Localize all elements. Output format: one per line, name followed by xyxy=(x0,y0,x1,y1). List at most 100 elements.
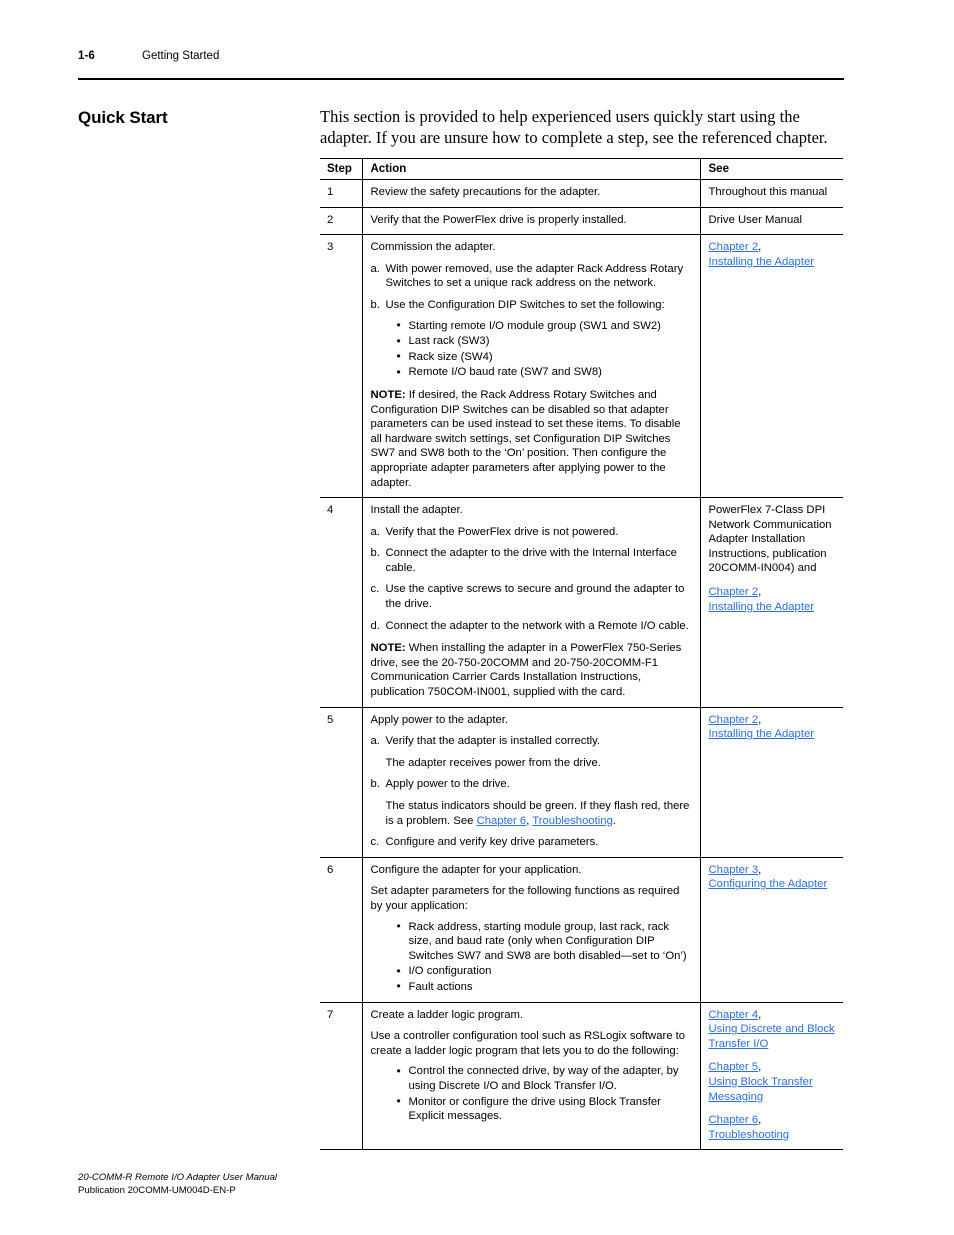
action-cell: Verify that the PowerFlex drive is prope… xyxy=(362,207,700,236)
link-troubleshooting[interactable]: Troubleshooting xyxy=(532,815,613,827)
sub-item-text: Verify that the PowerFlex drive is not p… xyxy=(385,525,619,538)
footer-manual-title: 20-COMM-R Remote I/O Adapter User Manual xyxy=(78,1172,278,1183)
document-page: 1-6 Getting Started Quick Start This sec… xyxy=(0,0,954,1235)
action-cell: Install the adapter. a. Verify that the … xyxy=(362,497,700,708)
action-cell: Create a ladder logic program. Use a con… xyxy=(362,1002,700,1151)
link-installing-the-adapter[interactable]: Installing the Adapter xyxy=(709,601,815,613)
sub-item-text: Use the Configuration DIP Switches to se… xyxy=(385,298,665,311)
sub-item-text: Connect the adapter to the network with … xyxy=(385,619,689,632)
link-installing-the-adapter[interactable]: Installing the Adapter xyxy=(709,256,815,268)
see-reference-group: Chapter 2, Installing the Adapter xyxy=(709,713,840,742)
note-label: NOTE: xyxy=(370,642,406,655)
link-chapter-6[interactable]: Chapter 6 xyxy=(709,1114,759,1126)
column-header-see: See xyxy=(699,158,843,180)
table-header-row: Step Action See xyxy=(320,158,843,180)
see-cell: PowerFlex 7-Class DPI Network Communicat… xyxy=(699,497,843,708)
action-lead: Commission the adapter. xyxy=(370,241,496,254)
action-lead: Apply power to the adapter. xyxy=(370,713,509,726)
list-item: Rack address, starting module group, las… xyxy=(397,919,692,964)
header-rule xyxy=(78,78,844,80)
list-item: Starting remote I/O module group (SW1 an… xyxy=(397,318,692,334)
action-sub-paragraph-a: The adapter receives power from the driv… xyxy=(385,756,601,769)
see-plain-text: Drive User Manual xyxy=(708,213,803,226)
sub-item-text: Use the captive screws to secure and gro… xyxy=(385,583,685,611)
sub-item-text: Verify that the adapter is installed cor… xyxy=(385,735,601,748)
step-number: 4 xyxy=(320,497,363,708)
action-bullet-list: Control the connected drive, by way of t… xyxy=(371,1064,692,1123)
see-cell: Chapter 2, Installing the Adapter xyxy=(699,707,843,858)
see-reference-group: Chapter 4, Using Discrete and Block Trans… xyxy=(709,1008,840,1052)
step-number: 3 xyxy=(320,234,363,499)
link-chapter-5[interactable]: Chapter 5 xyxy=(709,1061,759,1073)
sub-item-letter: d. xyxy=(370,619,380,632)
action-sub-item-b: b. Apply power to the drive. xyxy=(371,777,692,792)
list-item: I/O configuration xyxy=(397,964,692,979)
list-item: Control the connected drive, by way of t… xyxy=(397,1064,692,1093)
action-sub-paragraph-b: The status indicators should be green. I… xyxy=(386,799,692,828)
page-title: Quick Start xyxy=(78,108,168,127)
step-number: 1 xyxy=(320,179,363,208)
list-item: Monitor or configure the drive using Blo… xyxy=(397,1094,692,1124)
link-chapter-2[interactable]: Chapter 2 xyxy=(709,241,759,253)
see-comma: , xyxy=(758,1061,762,1074)
sub-item-letter: c. xyxy=(370,836,380,849)
see-comma: , xyxy=(758,1008,762,1021)
link-troubleshooting[interactable]: Troubleshooting xyxy=(709,1129,790,1141)
list-item: Rack size (SW4) xyxy=(397,349,692,365)
note-label: NOTE: xyxy=(370,388,406,401)
action-sub-item-d: d. Connect the adapter to the network wi… xyxy=(371,619,692,634)
note-text: If desired, the Rack Address Rotary Swit… xyxy=(370,388,681,489)
action-paragraph: Use a controller configuration tool such… xyxy=(370,1030,686,1057)
step-number: 7 xyxy=(320,1002,363,1151)
action-sub-item-a: a. Verify that the PowerFlex drive is no… xyxy=(371,525,692,540)
action-sub-item-b: b. Connect the adapter to the drive with… xyxy=(371,546,692,575)
action-lead: Create a ladder logic program. xyxy=(370,1008,524,1021)
header-page-number: 1-6 xyxy=(78,50,95,62)
sub-item-letter: b. xyxy=(370,778,380,791)
link-chapter-6[interactable]: Chapter 6 xyxy=(477,815,527,827)
sub-item-letter: a. xyxy=(370,262,380,275)
see-comma: , xyxy=(758,863,762,876)
action-cell: Apply power to the adapter. a. Verify th… xyxy=(362,707,700,858)
table-row: 5 Apply power to the adapter. a. Verify … xyxy=(320,707,843,858)
link-installing-the-adapter[interactable]: Installing the Adapter xyxy=(709,728,815,740)
column-header-step: Step xyxy=(320,158,363,180)
sub-item-letter: b. xyxy=(370,547,380,560)
see-cell: Throughout this manual xyxy=(699,179,843,208)
link-using-block-transfer-messaging[interactable]: Using Block Transfer Messaging xyxy=(709,1076,813,1103)
step-number: 6 xyxy=(320,857,363,1003)
table-row: 3 Commission the adapter. a. With power … xyxy=(320,234,843,499)
see-plain-text: PowerFlex 7-Class DPI Network Communicat… xyxy=(708,504,832,575)
sub-item-letter: a. xyxy=(370,735,380,748)
page-footer: 20-COMM-R Remote I/O Adapter User Manual… xyxy=(78,1172,277,1197)
list-item: Fault actions xyxy=(397,979,692,995)
link-chapter-2[interactable]: Chapter 2 xyxy=(709,714,759,726)
see-cell: Chapter 2, Installing the Adapter xyxy=(699,234,843,499)
see-reference-group: Chapter 5, Using Block Transfer Messaging xyxy=(709,1060,840,1104)
link-chapter-2[interactable]: Chapter 2 xyxy=(709,586,759,598)
sub-item-text: Apply power to the drive. xyxy=(385,778,510,791)
action-bullet-list: Rack address, starting module group, las… xyxy=(371,919,692,995)
list-item: Remote I/O baud rate (SW7 and SW8) xyxy=(397,365,692,380)
sub-item-letter: b. xyxy=(370,298,380,311)
action-cell: Configure the adapter for your applicati… xyxy=(362,857,700,1003)
link-using-discrete-and-block-transfer-io[interactable]: Using Discrete and Block Transfer I/O xyxy=(709,1023,835,1050)
sub-item-text: Connect the adapter to the drive with th… xyxy=(385,547,677,574)
link-chapter-4[interactable]: Chapter 4 xyxy=(709,1009,759,1021)
sub-item-text: Configure and verify key drive parameter… xyxy=(385,836,599,849)
see-cell: Drive User Manual xyxy=(699,207,843,236)
see-comma: , xyxy=(758,713,762,726)
link-chapter-3[interactable]: Chapter 3 xyxy=(709,864,759,876)
intro-paragraph: This section is provided to help experie… xyxy=(320,107,828,147)
note-block: NOTE: If desired, the Rack Address Rotar… xyxy=(371,388,692,490)
list-item: Last rack (SW3) xyxy=(397,334,692,349)
link-configuring-the-adapter[interactable]: Configuring the Adapter xyxy=(709,878,828,890)
quick-start-table: Step Action See 1 Review the safety prec… xyxy=(320,158,843,1151)
sub-item-letter: c. xyxy=(370,583,380,596)
action-cell: Review the safety precautions for the ad… xyxy=(362,179,700,208)
sub-paragraph-text-post: . xyxy=(612,814,617,827)
action-cell: Commission the adapter. a. With power re… xyxy=(362,234,700,499)
action-sub-item-c: c. Use the captive screws to secure and … xyxy=(371,582,692,611)
sub-item-text: With power removed, use the adapter Rack… xyxy=(385,262,684,290)
header-chapter-title: Getting Started xyxy=(142,50,220,62)
